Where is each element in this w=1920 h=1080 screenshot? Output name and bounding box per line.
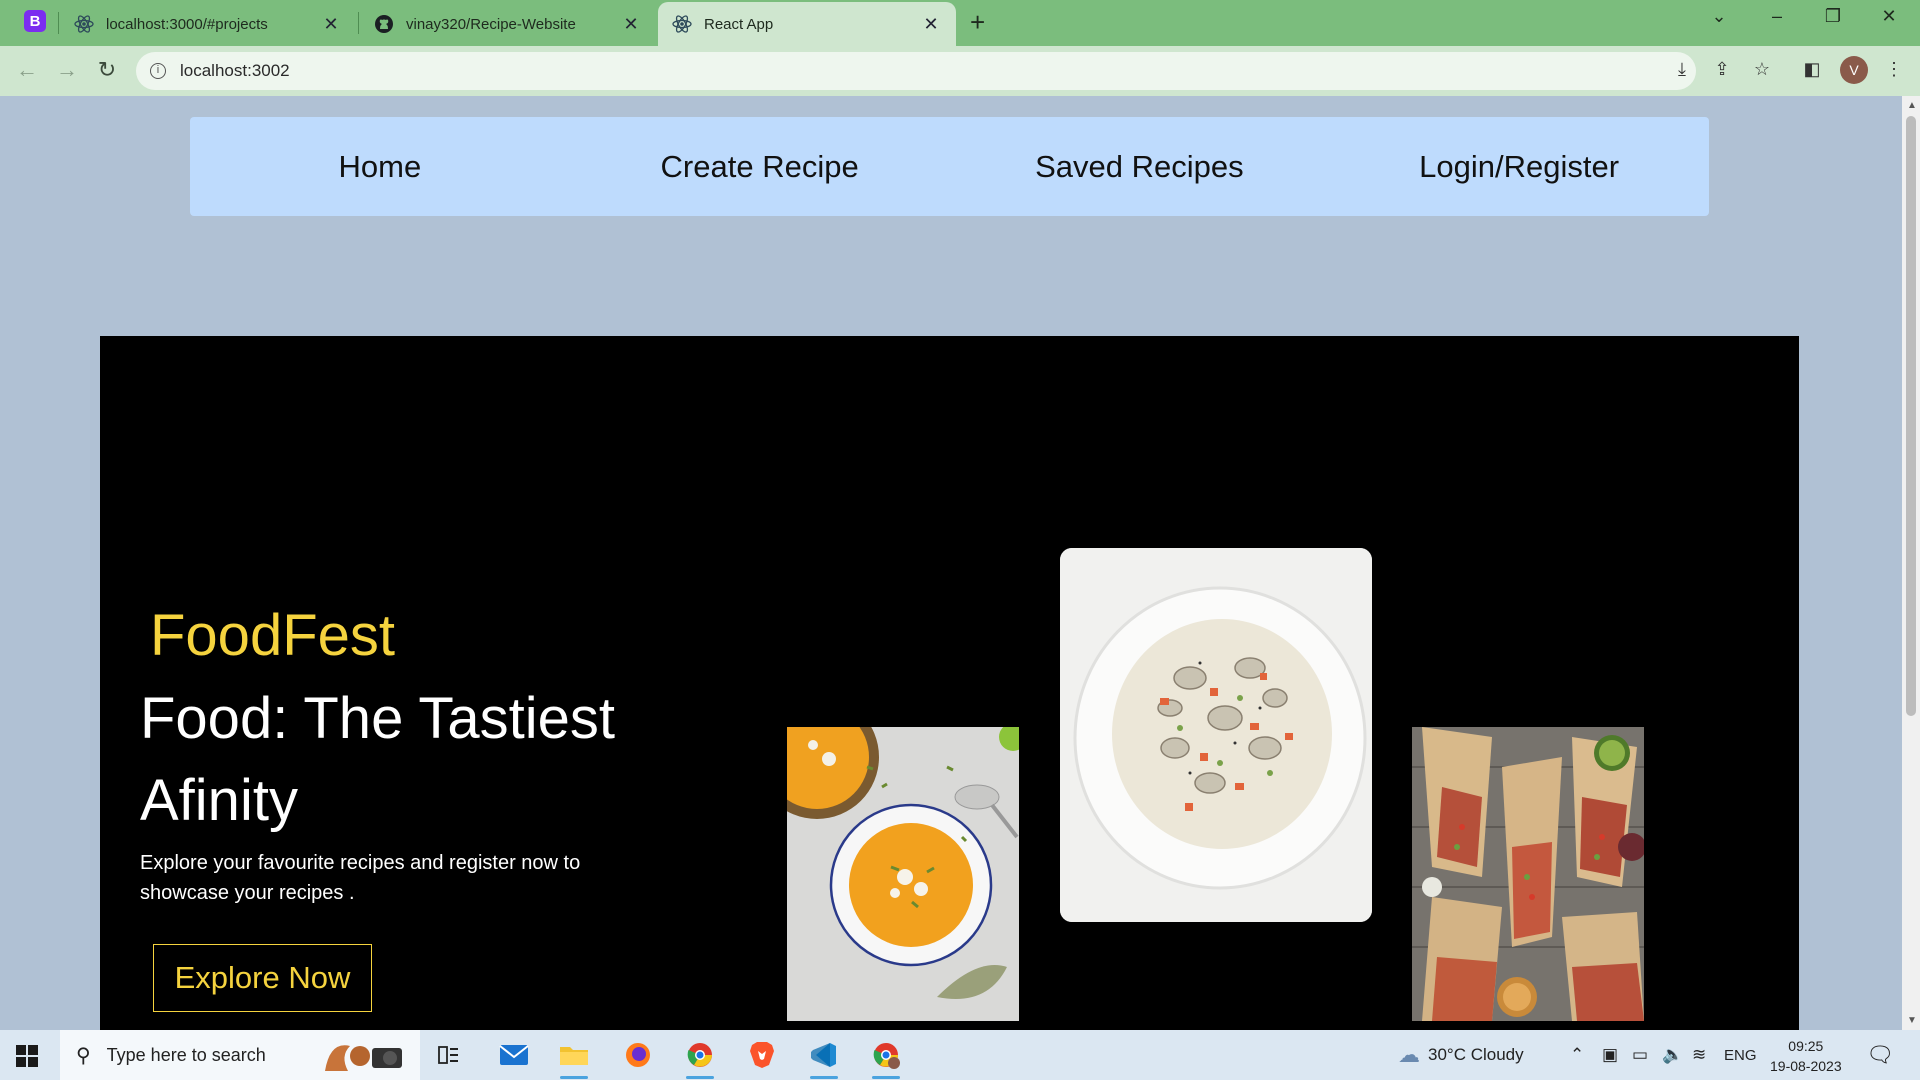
bookmark-star-icon[interactable]: ☆: [1748, 59, 1776, 80]
site-info-icon[interactable]: i: [150, 63, 166, 79]
tab-react-app[interactable]: React App ✕: [658, 2, 956, 46]
system-clock[interactable]: 09:25 19-08-2023: [1770, 1036, 1842, 1076]
profile-avatar[interactable]: V: [1840, 56, 1868, 84]
windows-start-icon[interactable]: [16, 1045, 38, 1067]
volume-icon[interactable]: 🔈: [1662, 1030, 1683, 1080]
react-icon: [74, 14, 94, 34]
browser-tab-bar: B localhost:3000/#projects ✕ vinay320/Re…: [0, 0, 1920, 46]
scroll-up-arrow-icon[interactable]: ▲: [1907, 100, 1917, 111]
tab-github[interactable]: vinay320/Recipe-Website ✕: [360, 2, 656, 46]
tab-separator: [358, 12, 359, 34]
restore-button[interactable]: ❐: [1818, 6, 1848, 27]
side-panel-icon[interactable]: ◧: [1798, 59, 1826, 80]
tab-search-icon[interactable]: ⌄: [1704, 6, 1734, 27]
github-icon: [374, 14, 394, 34]
react-icon: [672, 14, 692, 34]
clam-chowder-image: [1060, 548, 1372, 922]
close-window-button[interactable]: ✕: [1874, 6, 1904, 27]
weather-text: 30°C Cloudy: [1428, 1045, 1524, 1064]
burrito-wraps-image: [1412, 727, 1644, 1021]
pumpkin-soup-image: [787, 727, 1019, 1021]
hero-description: Explore your favourite recipes and regis…: [140, 852, 581, 904]
scroll-thumb[interactable]: [1906, 116, 1916, 716]
notifications-icon[interactable]: 🗨: [1866, 1030, 1894, 1080]
search-highlight-image: [320, 1036, 410, 1076]
explore-now-button[interactable]: Explore Now: [153, 944, 372, 1012]
wifi-icon[interactable]: ≋: [1692, 1030, 1706, 1080]
browser-menu-icon[interactable]: B: [24, 10, 46, 32]
page-viewport: Home Create Recipe Saved Recipes Login/R…: [0, 96, 1902, 1030]
clock-date: 19-08-2023: [1770, 1058, 1842, 1074]
new-tab-button[interactable]: +: [970, 8, 985, 36]
browser-toolbar: ← → ↻ i localhost:3002 ⤓ ⇪ ☆ ◧ V ⋮: [0, 46, 1920, 96]
hero-section: FoodFest Food: The Tastiest Afinity Expl…: [100, 336, 1799, 1030]
nav-home[interactable]: Home: [190, 117, 570, 216]
tab-separator: [58, 12, 59, 34]
hero-headline: Food: The Tastiest Afinity: [140, 686, 616, 833]
cloud-icon: ☁: [1398, 1042, 1420, 1067]
install-app-icon[interactable]: ⤓: [1668, 59, 1696, 80]
site-navbar: Home Create Recipe Saved Recipes Login/R…: [190, 117, 1709, 216]
weather-widget[interactable]: ☁ 30°C Cloudy: [1398, 1030, 1524, 1080]
chrome-icon[interactable]: [682, 1037, 718, 1079]
nav-create-recipe[interactable]: Create Recipe: [570, 117, 950, 216]
brand-title: FoodFest: [150, 603, 395, 668]
task-view-icon[interactable]: [430, 1037, 466, 1073]
browser-menu-icon[interactable]: ⋮: [1880, 59, 1908, 80]
share-icon[interactable]: ⇪: [1708, 59, 1736, 80]
back-arrow-icon[interactable]: ←: [12, 58, 42, 82]
mail-icon[interactable]: [496, 1037, 532, 1073]
close-tab-icon[interactable]: ✕: [320, 14, 342, 35]
tab-title: React App: [704, 15, 774, 33]
meet-now-icon[interactable]: ▣: [1602, 1030, 1618, 1080]
nav-login-register[interactable]: Login/Register: [1329, 117, 1709, 216]
battery-icon[interactable]: ▭: [1632, 1030, 1648, 1080]
windows-taskbar: ⚲ Type here to search ☁ 30°C Cloudy ⌃ ▣: [0, 1030, 1920, 1080]
page-scrollbar[interactable]: ▲ ▼: [1902, 96, 1920, 1030]
close-tab-icon[interactable]: ✕: [620, 14, 642, 35]
chrome-profile-icon[interactable]: [868, 1037, 904, 1079]
forward-arrow-icon[interactable]: →: [52, 58, 82, 82]
search-icon: ⚲: [76, 1044, 91, 1067]
tab-title: localhost:3000/#projects: [106, 15, 268, 33]
language-indicator[interactable]: ENG: [1724, 1030, 1757, 1080]
minimize-button[interactable]: –: [1762, 6, 1792, 27]
close-tab-icon[interactable]: ✕: [920, 14, 942, 35]
url-text: localhost:3002: [180, 61, 290, 80]
vscode-icon[interactable]: [806, 1037, 842, 1079]
scroll-down-arrow-icon[interactable]: ▼: [1907, 1015, 1917, 1026]
reload-icon[interactable]: ↻: [92, 58, 122, 82]
clock-time: 09:25: [1788, 1038, 1824, 1054]
tab-title: vinay320/Recipe-Website: [406, 15, 576, 33]
address-bar[interactable]: i localhost:3002: [136, 52, 1696, 90]
firefox-icon[interactable]: [620, 1037, 656, 1073]
nav-saved-recipes[interactable]: Saved Recipes: [950, 117, 1330, 216]
file-explorer-icon[interactable]: [556, 1037, 592, 1079]
brave-icon[interactable]: [744, 1037, 780, 1073]
show-hidden-icons-icon[interactable]: ⌃: [1570, 1030, 1584, 1080]
tab-projects[interactable]: localhost:3000/#projects ✕: [60, 2, 356, 46]
search-placeholder: Type here to search: [106, 1044, 266, 1065]
